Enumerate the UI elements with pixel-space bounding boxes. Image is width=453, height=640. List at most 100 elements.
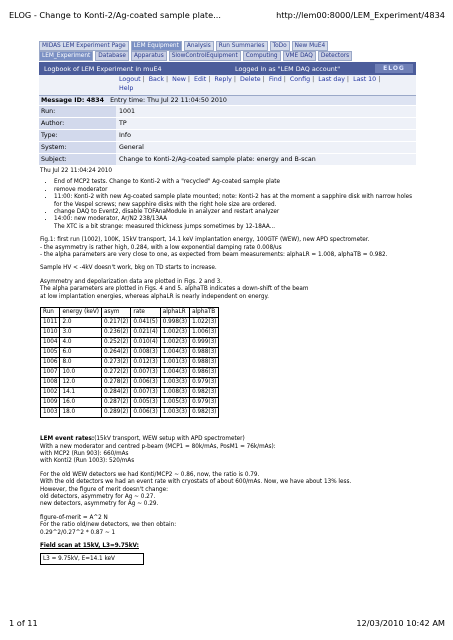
table-cell: 0.021(4): [130, 327, 161, 339]
menu-reply[interactable]: Reply: [214, 76, 231, 83]
text-line: new detectors, asymmetry for Ag ~ 0.29.: [40, 501, 159, 508]
table-cell: 12.0: [59, 377, 103, 389]
table-cell: 0.988(3): [189, 347, 220, 359]
menu-last-day[interactable]: Last day: [318, 76, 345, 83]
table-cell: 0.007(3): [130, 387, 161, 399]
print-title: ELOG - Change to Konti-2/Ag-coated sampl…: [9, 10, 221, 20]
menu-logout[interactable]: Logout: [119, 76, 141, 83]
table-cell: 0.999(3): [189, 337, 220, 349]
nav-second: LEM_Experiment Database Apparatus SlowCo…: [39, 51, 416, 61]
table-cell: 1008: [39, 377, 61, 389]
message-id: Message ID: 4834: [41, 97, 105, 104]
table-cell: 0.272(2): [101, 367, 132, 379]
message-id-row: Message ID: 4834 Entry time: Thu Jul 22 …: [39, 96, 416, 105]
page-number: 1 of 11: [9, 618, 38, 628]
table-header-cell: alphaLR: [159, 307, 191, 319]
table-cell: 0.007(3): [130, 367, 161, 379]
table-header-cell: rate: [130, 307, 161, 319]
lem-rates-subtitle: (15kV transport, WEW setup with APD spec…: [94, 436, 245, 443]
table-row: 1009 16.0 0.287(2) 0.005(3) 1.005(3) 0.979(3): [39, 397, 220, 409]
text-line: - the asymmetry is rather high, 0.284, w…: [40, 244, 282, 251]
table-cell: 0.006(3): [130, 377, 161, 389]
text-line: However, the figure of merit doesn't cha…: [40, 486, 169, 493]
nav-apparatus[interactable]: Apparatus: [130, 51, 167, 61]
table-cell: 1009: [39, 397, 61, 409]
results-table: Run energy (keV) asym rate alphaLR alphaTB 10…: [39, 307, 220, 419]
text-line: with MCP2 (Run 903): 660/mAs: [40, 450, 129, 457]
table-cell: 0.982(3): [189, 387, 220, 399]
menu-last-10[interactable]: Last 10: [353, 76, 376, 83]
menu-config[interactable]: Config: [290, 76, 310, 83]
list-item: remove moderator: [54, 187, 415, 194]
nav-detectors[interactable]: Detectors: [317, 51, 353, 61]
table-cell: 1.006(3): [189, 327, 220, 339]
menu-new[interactable]: New: [172, 76, 186, 83]
attr-value: General: [116, 142, 416, 153]
table-cell: 0.998(3): [159, 317, 191, 329]
nav-lem-experiment[interactable]: LEM_Experiment: [39, 51, 94, 61]
menu-delete[interactable]: Delete: [240, 76, 261, 83]
table-cell: 0.041(5): [130, 317, 161, 329]
text-line: at low implantation energies, whereas al…: [40, 293, 269, 300]
elog-page: MIDAS LEM Experiment Page LEM Equipment …: [39, 41, 416, 568]
nav-midas[interactable]: MIDAS LEM Experiment Page: [39, 41, 129, 51]
list-item: End of MCP2 tests. Change to Konti-2 wit…: [54, 179, 415, 186]
menu-edit[interactable]: Edit: [194, 76, 206, 83]
attr-value: Change to Konti-2/Ag-coated sample plate…: [116, 154, 416, 165]
table-cell: 1.003(3): [159, 377, 191, 389]
table-cell: 0.979(3): [189, 377, 220, 389]
nav-analysis[interactable]: Analysis: [183, 41, 214, 51]
table-row: 1003 18.0 0.289(2) 0.006(3) 1.003(3) 0.982(3): [39, 407, 220, 419]
nav-computing[interactable]: Computing: [242, 51, 281, 61]
table-cell: 10.0: [59, 367, 103, 379]
table-cell: 1004: [39, 337, 61, 349]
table-cell: 16.0: [59, 397, 103, 409]
table-cell: 0.289(2): [101, 407, 132, 419]
table-row: 1004 4.0 0.252(2) 0.010(4) 1.002(3) 0.999(3): [39, 337, 220, 349]
attr-key: Author:: [39, 118, 116, 129]
logbook-banner: Logbook of LEM Experiment in muE4 Logged…: [39, 62, 416, 75]
nav-top: MIDAS LEM Experiment Page LEM Equipment …: [39, 41, 416, 51]
table-header-cell: Run: [39, 307, 61, 319]
table-cell: 0.252(2): [101, 337, 132, 349]
table-cell: 0.273(2): [101, 357, 132, 369]
nav-todo[interactable]: ToDo: [269, 41, 290, 51]
text-line: For the ratio old/new detectors, we then…: [40, 522, 177, 529]
ratio-paragraph: For the old WEW detectors we had Konti/M…: [40, 472, 415, 509]
print-datetime: 12/03/2010 10:42 AM: [356, 618, 445, 628]
entry-time: Entry time: Thu Jul 22 11:04:50 2010: [110, 97, 227, 104]
table-cell: 0.236(2): [101, 327, 132, 339]
lem-rates-title: LEM event rates:: [40, 436, 95, 443]
elog-logo: ELOG: [375, 64, 413, 73]
menu-help[interactable]: Help: [119, 85, 133, 92]
table-cell: 0.008(3): [130, 347, 161, 359]
table-cell: 1.022(3): [189, 317, 220, 329]
nav-vme-daq[interactable]: VME DAQ: [282, 51, 316, 61]
table-row: 1011 2.0 0.217(2) 0.041(5) 0.998(3) 1.022(3): [39, 317, 220, 329]
table-cell: 1006: [39, 357, 61, 369]
table-cell: 1.008(3): [159, 387, 191, 399]
nav-run-summaries[interactable]: Run Summaries: [215, 41, 268, 51]
asymmetry-paragraph: Asymmetry and depolarization data are pl…: [40, 279, 415, 301]
table-cell: 0.264(2): [101, 347, 132, 359]
table-cell: 0.006(3): [130, 407, 161, 419]
menu-find[interactable]: Find: [269, 76, 282, 83]
lem-rates-paragraph: LEM event rates:(15kV transport, WEW set…: [40, 436, 415, 466]
nav-slowcontrol[interactable]: SlowControlEquipment: [168, 51, 241, 61]
menu-back[interactable]: Back: [149, 76, 164, 83]
attr-key: Subject:: [39, 154, 116, 165]
fom-paragraph: figure-of-merit = A^2 N For the ratio ol…: [40, 515, 415, 537]
nav-database[interactable]: Database: [95, 51, 129, 61]
field-scan-title: Field scan at 15kV, L3=9.75kV:: [40, 542, 139, 549]
nav-new-mue4[interactable]: New MuE4: [291, 41, 329, 51]
table-cell: 1011: [39, 317, 61, 329]
table-cell: 4.0: [59, 337, 103, 349]
text-line: - the alpha parameters are very close to…: [40, 252, 388, 259]
table-row: 1008 12.0 0.278(2) 0.006(3) 1.003(3) 0.979(3): [39, 377, 220, 389]
nav-lem-equipment[interactable]: LEM Equipment: [130, 41, 182, 51]
table-cell: 1003: [39, 407, 61, 419]
table-cell: 0.012(3): [130, 357, 161, 369]
text-line: figure-of-merit = A^2 N: [40, 514, 108, 521]
field-scan-box: L3 = 9.75kV, E=14.1 keV: [40, 553, 144, 566]
text-line: With a new moderator and centred p-beam …: [40, 443, 276, 450]
